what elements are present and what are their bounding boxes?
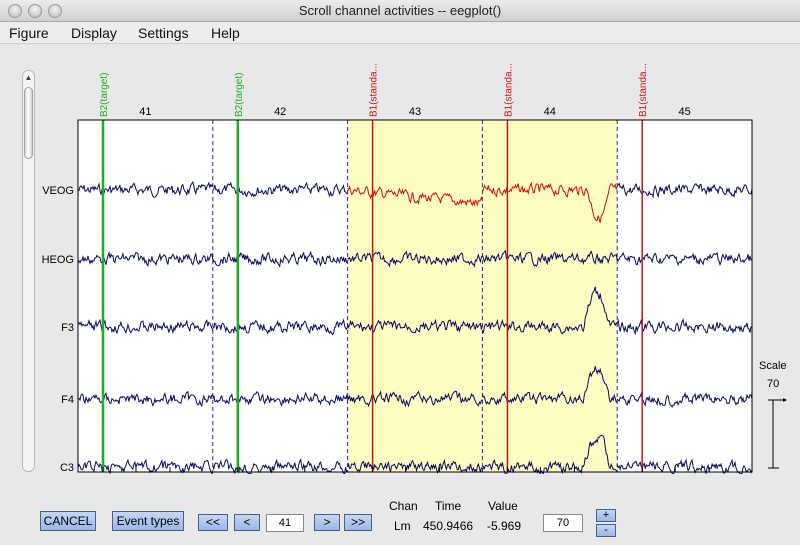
epoch-input[interactable]: 41 [266,514,304,532]
highlighted-epoch [347,120,483,472]
chan-value: Lm [394,519,411,533]
close-window-icon[interactable] [8,4,22,18]
menu-settings[interactable]: Settings [138,25,189,41]
scale-bar [768,398,787,469]
scale-input[interactable]: 70 [543,514,583,532]
minimize-window-icon[interactable] [28,4,42,18]
last-epoch-button[interactable]: >> [344,514,372,531]
value-readout: -5.969 [487,519,522,533]
time-value: 450.9466 [423,519,474,533]
menu-display[interactable]: Display [71,25,117,41]
menu-help[interactable]: Help [211,25,240,41]
menu-bar: Figure Display Settings Help [0,22,800,44]
channel-label: F3 [61,322,74,334]
chan-header: Chan [389,499,418,513]
epoch-number: 43 [409,106,421,118]
next-epoch-button[interactable]: > [314,514,340,531]
scale-label: Scale [759,360,787,372]
value-header: Value [488,499,518,513]
scale-up-button[interactable]: + [596,509,616,522]
scale-value: 70 [767,378,780,390]
eeg-plot[interactable]: B2(target) B2(target) B1(standa... B1(stand… [0,44,800,474]
event-label: B1(standa... [503,63,514,117]
window-titlebar: Scroll channel activities -- eegplot() [0,0,800,22]
epoch-number: 41 [139,106,151,118]
epoch-number: 45 [678,106,690,118]
event-label: B2(target) [234,73,245,117]
prev-epoch-button[interactable]: < [234,514,260,531]
window-title: Scroll channel activities -- eegplot() [298,3,502,18]
event-label: B1(standa... [369,63,380,117]
scale-down-button[interactable]: - [596,524,616,537]
channel-label: VEOG [42,185,74,197]
first-epoch-button[interactable]: << [198,514,228,531]
channel-label: F4 [61,394,74,406]
channel-label: C3 [60,462,74,474]
highlighted-epoch [482,120,618,472]
epoch-number: 44 [544,106,556,118]
menu-figure[interactable]: Figure [9,25,49,41]
zoom-window-icon[interactable] [48,4,62,18]
channel-label: HEOG [42,254,74,266]
event-types-button[interactable]: Event types [112,511,184,531]
cancel-button[interactable]: CANCEL [40,511,96,531]
event-label: B1(standa... [638,63,649,117]
event-label: B2(target) [99,73,110,117]
epoch-number: 42 [274,106,286,118]
time-header: Time [435,499,462,513]
